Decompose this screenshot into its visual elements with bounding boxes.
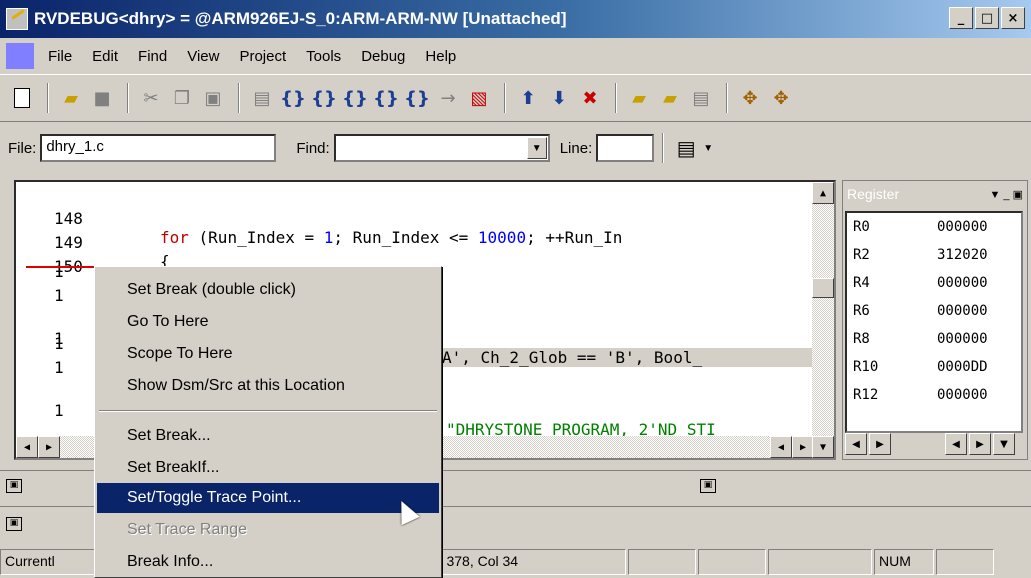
find-input[interactable]: ▼ xyxy=(333,134,550,162)
reload-icon[interactable]: ▤ xyxy=(687,84,715,112)
status-position: Ln 378, Col 34 xyxy=(422,549,626,575)
chevron-down-icon[interactable]: ▼ xyxy=(526,137,547,159)
app-icon xyxy=(6,8,28,30)
copy-icon[interactable]: ❐ xyxy=(168,84,196,112)
register-row[interactable]: R6 000000 xyxy=(853,303,988,319)
minimize-button[interactable]: _ xyxy=(949,7,973,29)
file-bar: File: dhry_1.c Find: ▼ Line: ▤ ▼ xyxy=(0,126,1031,170)
up-arrow-icon[interactable]: ⬆ xyxy=(514,84,542,112)
more-icon[interactable]: ✥ xyxy=(767,84,795,112)
paste-icon[interactable]: ▣ xyxy=(199,84,227,112)
menu-set-trace-range: Set Trace Range xyxy=(127,521,248,538)
page-icon[interactable]: ▤ xyxy=(672,134,700,162)
register-row[interactable]: R4 000000 xyxy=(853,275,988,291)
context-menu: Set Break (double click) Go To Here Scop… xyxy=(94,266,442,578)
menu-project[interactable]: Project xyxy=(239,48,286,65)
code-line[interactable]: 149 { xyxy=(16,214,816,271)
menu-tools[interactable]: Tools xyxy=(306,48,341,65)
scroll-up-icon[interactable]: ▲ xyxy=(812,182,834,204)
restore-icon[interactable]: ▣ xyxy=(700,479,716,493)
step-line-icon[interactable]: {} xyxy=(403,84,431,112)
register-row[interactable]: R2 312020 xyxy=(853,247,988,263)
step-out-icon[interactable]: {} xyxy=(341,84,369,112)
restore-icon[interactable]: ▣ xyxy=(6,517,22,531)
scroll-left-icon[interactable]: ◀ xyxy=(770,436,792,458)
menu-help[interactable]: Help xyxy=(425,48,456,65)
menu-go-to-here[interactable]: Go To Here xyxy=(97,307,439,337)
restore-icon[interactable]: ▣ xyxy=(6,479,22,493)
menu-scope-to-here[interactable]: Scope To Here xyxy=(97,339,439,369)
step-into-icon[interactable]: {} xyxy=(279,84,307,112)
find-label: Find: xyxy=(296,139,330,157)
stop-icon[interactable]: ▧ xyxy=(465,84,493,112)
chevron-down-icon[interactable]: ▼ xyxy=(703,143,713,154)
scroll-right-icon[interactable]: ▶ xyxy=(792,436,814,458)
scroll-left-icon[interactable]: ◀ xyxy=(945,433,967,455)
status-num: NUM xyxy=(874,549,934,575)
cut-icon[interactable]: ✂ xyxy=(137,84,165,112)
menu-view[interactable]: View xyxy=(187,48,219,65)
register-row[interactable]: R0 000000 xyxy=(853,219,988,235)
chevron-down-icon[interactable]: ▼ _ ▣ xyxy=(989,188,1023,201)
menu-break-info[interactable]: Break Info... xyxy=(97,547,439,577)
menu-set-toggle-trace-point[interactable]: Set/Toggle Trace Point... xyxy=(97,483,439,513)
menu-show-dsm-src[interactable]: Show Dsm/Src at this Location xyxy=(97,371,439,401)
save-icon[interactable]: ■ xyxy=(88,84,116,112)
scroll-thumb[interactable] xyxy=(812,278,834,298)
register-row[interactable]: R10 0000DD xyxy=(853,359,988,375)
file-field[interactable]: dhry_1.c xyxy=(40,134,277,162)
code-line[interactable]: 150 xyxy=(16,238,816,276)
open-folder-icon[interactable]: ▰ xyxy=(57,84,85,112)
scroll-left-icon[interactable]: ◀ xyxy=(16,436,38,458)
menu-set-break-double-click[interactable]: Set Break (double click) xyxy=(97,275,439,305)
menu-set-breakif[interactable]: Set BreakIf... xyxy=(97,453,439,483)
title-bar: RVDEBUG<dhry> = @ARM926EJ-S_0:ARM-ARM-NW… xyxy=(0,0,1031,38)
file-label: File: xyxy=(8,139,37,157)
scroll-right-icon[interactable]: ▶ xyxy=(869,433,891,455)
menu-bar: File Edit Find View Project Tools Debug … xyxy=(0,40,1031,72)
register-row[interactable]: R12 000000 xyxy=(853,387,988,403)
step-over-icon[interactable]: {} xyxy=(310,84,338,112)
scroll-down-icon[interactable]: ▼ xyxy=(812,436,834,458)
vertical-scrollbar[interactable]: ▲ xyxy=(812,182,834,438)
code-line[interactable]: 148 for (Run_Index = 1; Run_Index <= 100… xyxy=(16,190,816,247)
register-pane: Register ▼ _ ▣ R0 000000 R2 312020 R4 00000… xyxy=(842,180,1028,460)
menu-set-break[interactable]: Set Break... xyxy=(97,421,439,451)
scroll-left-icon[interactable]: ◀ xyxy=(845,433,867,455)
maximize-button[interactable]: □ xyxy=(975,7,999,29)
delete-icon[interactable]: ✖ xyxy=(576,84,604,112)
new-document-icon[interactable] xyxy=(8,84,36,112)
connect-icon[interactable]: ▰ xyxy=(625,84,653,112)
step-list-icon[interactable]: ▤ xyxy=(248,84,276,112)
scroll-right-icon[interactable]: ▶ xyxy=(38,436,60,458)
menu-edit[interactable]: Edit xyxy=(92,48,118,65)
menu-file[interactable]: File xyxy=(48,48,72,65)
run-to-icon[interactable]: → xyxy=(434,84,462,112)
register-pane-title: Register xyxy=(847,186,900,202)
line-input[interactable] xyxy=(596,134,655,162)
step-instr-icon[interactable]: {} xyxy=(372,84,400,112)
menu-separator xyxy=(99,410,437,412)
toolbar: ▰ ■ ✂ ❐ ▣ ▤ {} {} {} {} {} → ▧ ⬆ ⬇ ✖ ▰ ▰… xyxy=(0,74,1031,122)
down-arrow-icon[interactable]: ⬇ xyxy=(545,84,573,112)
menu-debug[interactable]: Debug xyxy=(361,48,405,65)
load-icon[interactable]: ▰ xyxy=(656,84,684,112)
document-icon[interactable] xyxy=(6,43,34,69)
close-button[interactable]: × xyxy=(1001,7,1025,29)
register-list[interactable]: R0 000000 R2 312020 R4 000000 R6 000000 R8 00… xyxy=(845,211,1023,433)
debugger-window: RVDEBUG<dhry> = @ARM926EJ-S_0:ARM-ARM-NW… xyxy=(0,0,1031,578)
scroll-right-icon[interactable]: ▶ xyxy=(969,433,991,455)
line-label: Line: xyxy=(559,139,593,157)
register-row[interactable]: R8 000000 xyxy=(853,331,988,347)
scroll-down-icon[interactable]: ▼ xyxy=(993,433,1015,455)
settings-icon[interactable]: ✥ xyxy=(736,84,764,112)
menu-find[interactable]: Find xyxy=(138,48,167,65)
window-title: RVDEBUG<dhry> = @ARM926EJ-S_0:ARM-ARM-NW… xyxy=(34,9,567,28)
